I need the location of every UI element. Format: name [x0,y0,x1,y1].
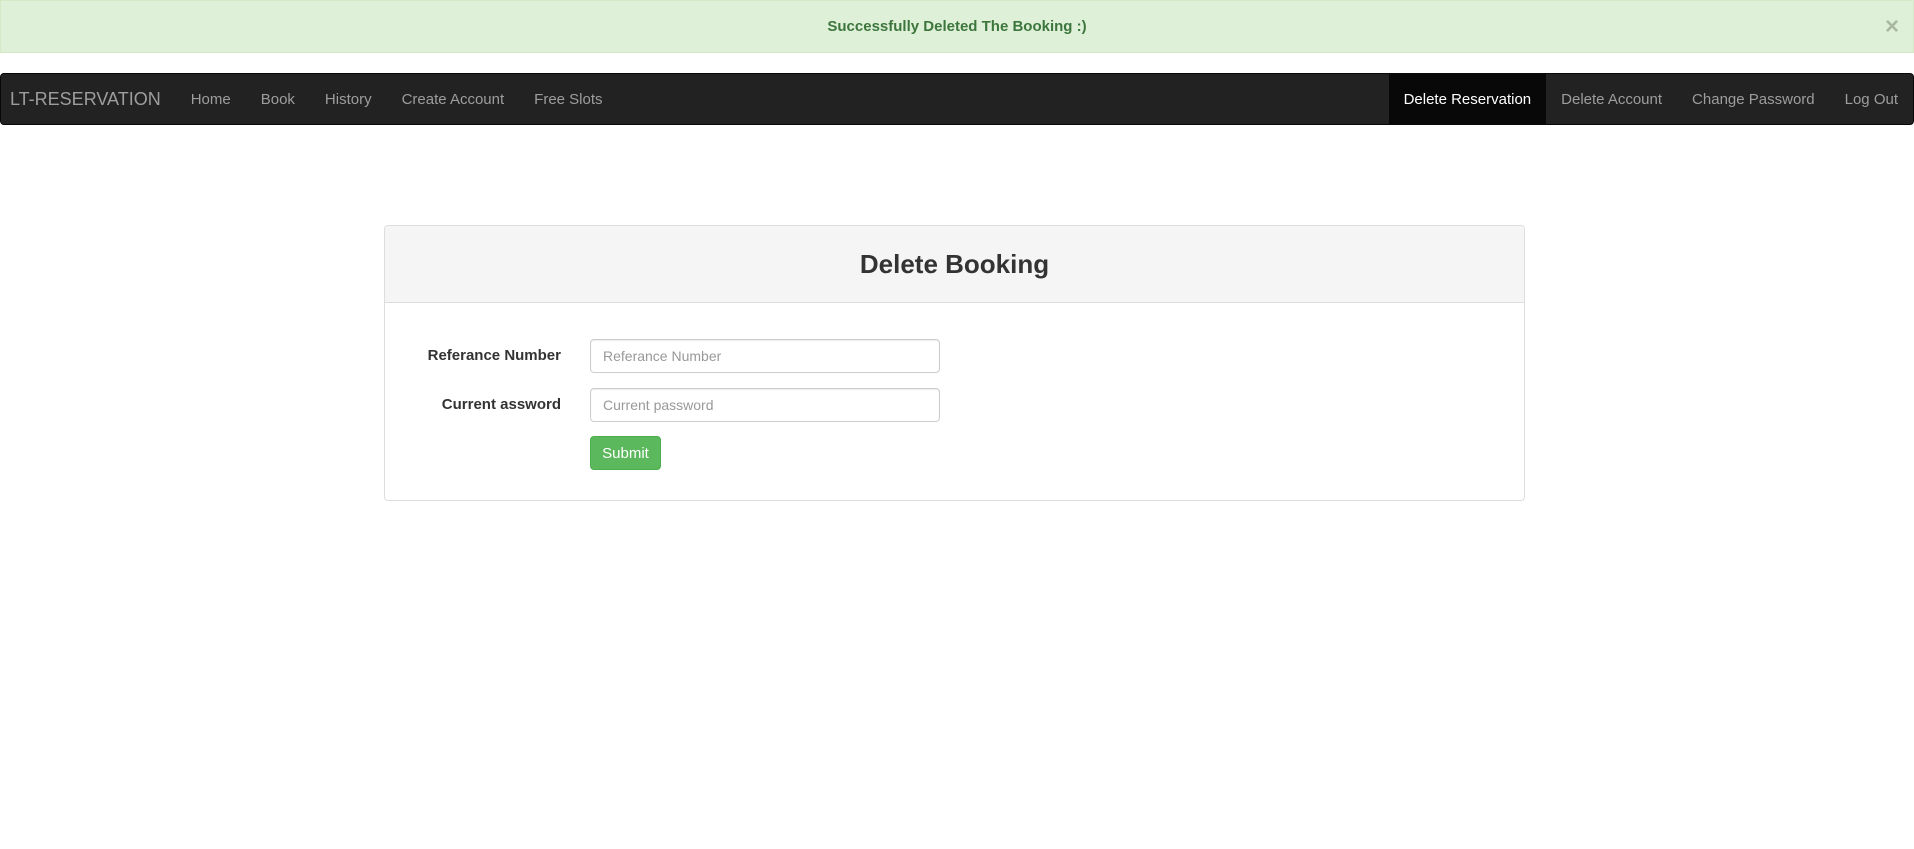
reference-number-label: Referance Number [427,347,561,364]
nav-change-password[interactable]: Change Password [1677,74,1830,124]
submit-button[interactable]: Submit [590,436,661,470]
nav-home[interactable]: Home [176,74,246,124]
nav-right: Delete Reservation Delete Account Change… [1388,74,1913,124]
close-icon[interactable]: × [1885,15,1899,39]
reference-number-input[interactable] [590,339,940,373]
panel-title: Delete Booking [859,248,1050,279]
nav-delete-account[interactable]: Delete Account [1546,74,1677,124]
navbar: LT-RESERVATION Home Book History Create … [0,73,1914,125]
nav-create-account[interactable]: Create Account [387,74,520,124]
delete-booking-panel: Delete Booking Referance Number Current … [384,225,1525,501]
nav-book[interactable]: Book [246,74,310,124]
current-password-row: Current assword [385,388,1524,422]
nav-delete-reservation[interactable]: Delete Reservation [1388,74,1547,124]
current-password-input[interactable] [590,388,940,422]
nav-history[interactable]: History [310,74,387,124]
panel-heading: Delete Booking [385,226,1524,303]
nav-free-slots[interactable]: Free Slots [519,74,617,124]
success-alert: Successfully Deleted The Booking :) × [0,0,1914,53]
reference-number-row: Referance Number [385,339,1524,373]
nav-log-out[interactable]: Log Out [1830,74,1913,124]
alert-message: Successfully Deleted The Booking :) [827,18,1087,35]
current-password-label: Current assword [441,396,561,413]
nav-left: LT-RESERVATION Home Book History Create … [1,74,618,124]
brand-link[interactable]: LT-RESERVATION [1,74,176,124]
